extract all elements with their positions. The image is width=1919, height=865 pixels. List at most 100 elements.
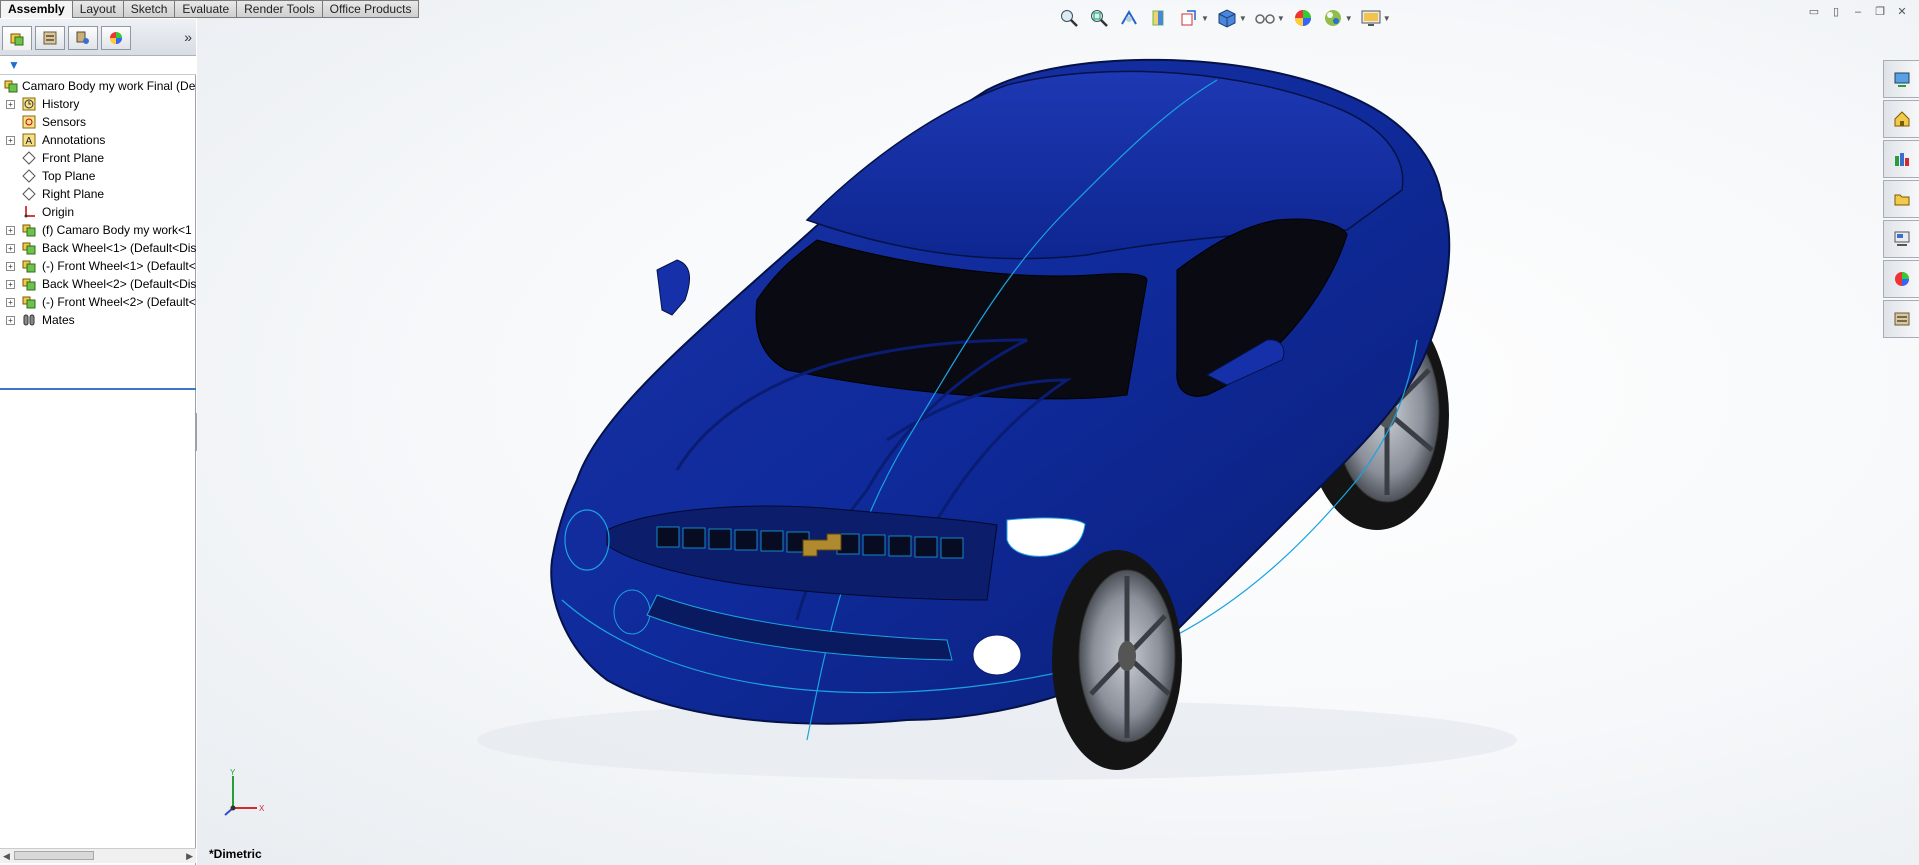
configuration-manager-icon bbox=[76, 31, 89, 44]
tree-filter[interactable]: ▼ bbox=[0, 56, 196, 75]
assembly-icon bbox=[4, 80, 18, 93]
custom-properties-tab[interactable] bbox=[1883, 300, 1919, 338]
tree-item-label: Right Plane bbox=[42, 187, 105, 201]
reference-triad: Y X bbox=[224, 768, 265, 816]
tree-item-origin[interactable]: Origin bbox=[0, 203, 196, 221]
dropdown-arrow-icon[interactable]: ▼ bbox=[1345, 14, 1353, 23]
tree-item-top-plane[interactable]: Top Plane bbox=[0, 167, 196, 185]
graphics-area[interactable]: ▼ ▼ ▼ ▼ ▼ ▭ ▯ – ❐ ✕ Y X *Dimetric bbox=[197, 0, 1919, 865]
tree-item-label: History bbox=[42, 97, 80, 111]
hide-show-items-button[interactable] bbox=[1253, 6, 1277, 30]
dropdown-arrow-icon[interactable]: ▼ bbox=[1383, 14, 1391, 23]
property-manager-icon bbox=[43, 31, 57, 45]
tree-item-front-wheel-1[interactable]: + (-) Front Wheel<1> (Default< bbox=[0, 257, 196, 275]
expand-toggle[interactable]: + bbox=[6, 262, 15, 271]
expand-toggle[interactable]: + bbox=[6, 244, 15, 253]
configuration-manager-tab[interactable] bbox=[68, 26, 98, 50]
expand-toggle[interactable]: + bbox=[6, 280, 15, 289]
resources-icon bbox=[1894, 72, 1909, 87]
tree-item-history[interactable]: + History bbox=[0, 95, 196, 113]
camaro-3d-model[interactable] bbox=[347, 40, 1647, 840]
appearance-manager-tab[interactable] bbox=[101, 26, 131, 50]
tree-item-front-plane[interactable]: Front Plane bbox=[0, 149, 196, 167]
tree-item-mates[interactable]: + Mates bbox=[0, 311, 196, 329]
view-palette-tab[interactable] bbox=[1883, 180, 1919, 218]
zoom-to-fit-button[interactable] bbox=[1057, 6, 1081, 30]
minimize-icon[interactable]: – bbox=[1851, 6, 1865, 18]
panel-expand-icon[interactable]: » bbox=[184, 29, 192, 45]
tab-render-tools[interactable]: Render Tools bbox=[237, 0, 323, 18]
tree-item-label: (f) Camaro Body my work<1 bbox=[42, 223, 192, 237]
dropdown-arrow-icon[interactable]: ▼ bbox=[1201, 14, 1209, 23]
filter-icon[interactable]: ▼ bbox=[8, 58, 20, 72]
tree-item-annotations[interactable]: + A Annotations bbox=[0, 131, 196, 149]
apply-scene-button[interactable] bbox=[1321, 6, 1345, 30]
history-icon bbox=[22, 97, 36, 111]
custom-properties-icon bbox=[1894, 312, 1909, 326]
feature-manager-icon bbox=[10, 33, 24, 45]
tab-evaluate[interactable]: Evaluate bbox=[175, 0, 238, 18]
feature-manager-tab[interactable] bbox=[2, 26, 32, 50]
expand-toggle[interactable]: + bbox=[6, 136, 15, 145]
feature-manager-panel: » ▼ Camaro Body my work Final (De + Hist… bbox=[0, 19, 196, 865]
triad-x-label: X bbox=[259, 804, 265, 813]
appearance-icon bbox=[110, 32, 122, 44]
section-view-icon bbox=[1152, 10, 1164, 26]
expand-toggle[interactable]: + bbox=[6, 298, 15, 307]
zoom-to-area-button[interactable] bbox=[1087, 6, 1111, 30]
scroll-left-icon[interactable]: ◀ bbox=[3, 849, 10, 863]
tree-root-assembly[interactable]: Camaro Body my work Final (De bbox=[0, 77, 196, 95]
mates-icon bbox=[23, 314, 35, 326]
solidworks-resources-tab[interactable] bbox=[1883, 60, 1919, 98]
previous-view-button[interactable] bbox=[1117, 6, 1141, 30]
document-window-controls: ▭ ▯ – ❐ ✕ bbox=[1807, 6, 1909, 18]
section-view-button[interactable] bbox=[1147, 6, 1171, 30]
rollback-bar[interactable] bbox=[0, 388, 196, 390]
tab-layout[interactable]: Layout bbox=[72, 0, 124, 18]
expand-toggle[interactable]: + bbox=[6, 100, 15, 109]
tree-item-front-wheel-2[interactable]: + (-) Front Wheel<2> (Default< bbox=[0, 293, 196, 311]
tree-item-label: Mates bbox=[42, 313, 75, 327]
tree-item-sensors[interactable]: Sensors bbox=[0, 113, 196, 131]
expand-toggle[interactable]: + bbox=[6, 316, 15, 325]
tree-item-back-wheel-2[interactable]: + Back Wheel<2> (Default<Dis bbox=[0, 275, 196, 293]
design-library-tab[interactable] bbox=[1883, 100, 1919, 138]
display-style-button[interactable] bbox=[1215, 6, 1239, 30]
zoom-fit-icon bbox=[1061, 10, 1078, 27]
view-settings-button[interactable] bbox=[1359, 6, 1383, 30]
scroll-right-icon[interactable]: ▶ bbox=[186, 849, 193, 863]
tab-office-products[interactable]: Office Products bbox=[322, 0, 420, 18]
scrollbar-thumb[interactable] bbox=[14, 851, 94, 860]
tile-icon[interactable]: ▭ bbox=[1807, 6, 1821, 18]
tree-item-camaro-body[interactable]: + (f) Camaro Body my work<1 bbox=[0, 221, 196, 239]
search-tab[interactable] bbox=[1883, 220, 1919, 258]
tree-item-label: Annotations bbox=[42, 133, 106, 147]
tree-item-back-wheel-1[interactable]: + Back Wheel<1> (Default<Dis bbox=[0, 239, 196, 257]
dropdown-arrow-icon[interactable]: ▼ bbox=[1239, 14, 1247, 23]
tree-horizontal-scrollbar[interactable]: ◀ ▶ bbox=[0, 848, 196, 863]
tree-item-label: Top Plane bbox=[42, 169, 96, 183]
front-wheel[interactable] bbox=[1052, 550, 1182, 770]
tab-sketch[interactable]: Sketch bbox=[123, 0, 176, 18]
dropdown-arrow-icon[interactable]: ▼ bbox=[1277, 14, 1285, 23]
edit-appearance-button[interactable] bbox=[1291, 6, 1315, 30]
property-manager-tab[interactable] bbox=[35, 26, 65, 50]
edit-appearance-icon bbox=[1294, 10, 1311, 26]
file-explorer-tab[interactable] bbox=[1883, 140, 1919, 178]
tab-assembly[interactable]: Assembly bbox=[0, 0, 73, 18]
appearances-scenes-tab[interactable] bbox=[1883, 260, 1919, 298]
view-palette-icon bbox=[1894, 231, 1909, 246]
sensor-icon bbox=[22, 115, 36, 129]
feature-tree: Camaro Body my work Final (De + History … bbox=[0, 77, 196, 390]
library-icon bbox=[1894, 153, 1909, 166]
close-icon[interactable]: ✕ bbox=[1895, 6, 1909, 18]
restore-icon[interactable]: ❐ bbox=[1873, 6, 1887, 18]
view-orientation-button[interactable] bbox=[1177, 6, 1201, 30]
heads-up-view-toolbar: ▼ ▼ ▼ ▼ ▼ bbox=[1057, 4, 1391, 32]
part-icon bbox=[22, 224, 36, 237]
tree-item-label: Sensors bbox=[42, 115, 87, 129]
split-icon[interactable]: ▯ bbox=[1829, 6, 1843, 18]
tree-item-right-plane[interactable]: Right Plane bbox=[0, 185, 196, 203]
plane-icon bbox=[22, 187, 36, 201]
expand-toggle[interactable]: + bbox=[6, 226, 15, 235]
